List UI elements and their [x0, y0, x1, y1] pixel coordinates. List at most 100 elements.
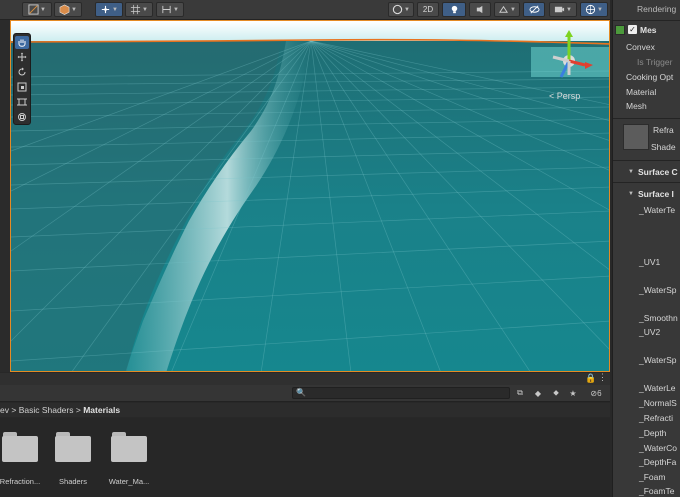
search-by-type-button[interactable]: ⧉: [514, 387, 526, 399]
prop-cooking-options: Cooking Opt: [626, 72, 674, 82]
transform-tool-icon: [18, 112, 26, 121]
folder-icon: [111, 432, 147, 462]
draw-mode-icon: [28, 4, 39, 15]
breadcrumb-current[interactable]: Materials: [83, 405, 120, 415]
chevron-right-icon: >: [11, 405, 19, 415]
material-name: Refra: [653, 125, 674, 135]
shading-sphere-dropdown[interactable]: ▼: [388, 2, 414, 17]
asset-grid: Refraction... Shaders Water_Ma...: [0, 418, 610, 497]
shading-sphere-icon: [392, 4, 403, 15]
prop-mesh: Mesh: [626, 101, 647, 111]
tag-icon: ⬥: [553, 388, 559, 397]
search-by-label-button[interactable]: ◆: [532, 387, 544, 399]
transform-space-icon: [101, 5, 110, 14]
more-options-icon[interactable]: ⋮: [598, 372, 607, 383]
gizmos-icon: [585, 4, 596, 15]
prop-uv1: _UV1: [639, 257, 661, 267]
prop-normal-strength: _NormalS: [639, 398, 677, 408]
toggle-2d-button[interactable]: 2D: [417, 2, 439, 17]
scale-tool-icon: [17, 82, 27, 91]
material-shader-label[interactable]: Shade: [651, 142, 676, 152]
prop-is-trigger: Is Trigger: [637, 57, 673, 67]
scene-toolbar: ▼ ▼ ▼ ▼ ▼ ▼ 2D ▼ ▼ ▼: [0, 0, 610, 20]
transform-space-dropdown[interactable]: ▼: [95, 2, 123, 17]
asset-item-water-material[interactable]: Water_Ma...: [104, 432, 154, 486]
increment-snap-icon: [162, 5, 171, 14]
rect-tool-icon: [17, 98, 27, 105]
lighting-toggle[interactable]: [442, 2, 466, 17]
shaded-cube-icon: [59, 4, 70, 15]
search-icon: 🔍: [296, 388, 306, 397]
folder-icon: [55, 432, 91, 462]
draw-mode-dropdown[interactable]: ▼: [22, 2, 52, 17]
folder-icon: [2, 432, 38, 462]
breadcrumb-parent[interactable]: Basic Shaders: [19, 405, 74, 415]
camera-dropdown[interactable]: ▼: [549, 2, 577, 17]
prop-water-speed: _WaterSp: [639, 285, 677, 295]
hidden-count: 6: [597, 388, 602, 398]
material-preview[interactable]: [623, 124, 649, 150]
inspector-panel: Rendering ✓ Mes Convex Is Trigger Cookin…: [612, 0, 680, 497]
hidden-objects-toggle[interactable]: [523, 2, 545, 17]
prop-convex: Convex: [626, 42, 655, 52]
prop-foam: _Foam: [639, 472, 666, 482]
hand-tool[interactable]: [15, 36, 29, 49]
camera-mode-label[interactable]: < Persp: [549, 91, 580, 101]
breadcrumb-root[interactable]: ev: [0, 405, 9, 415]
prop-water-speed-2: _WaterSp: [639, 355, 677, 365]
component-title: Mes: [640, 25, 657, 35]
orientation-gizmo[interactable]: [531, 27, 609, 91]
gizmos-dropdown[interactable]: ▼: [580, 2, 608, 17]
lighting-icon: [451, 5, 457, 14]
grid-snap-dropdown[interactable]: ▼: [125, 2, 153, 17]
audio-toggle[interactable]: [469, 2, 491, 17]
expand-arrow-icon[interactable]: ▼: [628, 191, 634, 197]
rect-tool[interactable]: [15, 95, 29, 108]
grid-snap-icon: [130, 4, 141, 15]
breadcrumb: ev > Basic Shaders > Materials: [0, 403, 610, 417]
mesh-collider-icon: [615, 25, 625, 35]
camera-icon: [554, 6, 565, 13]
hidden-objects-icon: [528, 5, 540, 14]
asset-label: Refraction...: [0, 477, 41, 486]
save-search-button[interactable]: ⬥: [550, 387, 562, 399]
filter-label-icon: ◆: [534, 388, 542, 398]
water-scene-render: [11, 21, 609, 371]
move-tool[interactable]: [15, 50, 29, 63]
filter-type-icon: ⧉: [517, 388, 523, 397]
prop-water-texture: _WaterTe: [639, 205, 676, 215]
effects-icon: [498, 5, 509, 13]
hand-tool-icon: [18, 39, 26, 47]
prop-depth: _Depth: [639, 428, 667, 438]
effects-dropdown[interactable]: ▼: [494, 2, 520, 17]
section-surface-inputs[interactable]: Surface I: [638, 189, 674, 199]
scene-view[interactable]: < Persp: [10, 20, 610, 372]
asset-label: Shaders: [59, 477, 87, 486]
section-surface-options[interactable]: Surface C: [638, 167, 678, 177]
hidden-packages-toggle[interactable]: ⊘ 6: [586, 387, 606, 399]
tool-palette: [13, 33, 31, 125]
prop-depth-fade: _DepthFa: [639, 457, 677, 467]
rotate-tool-icon: [18, 67, 26, 75]
lock-icon[interactable]: 🔒: [585, 373, 596, 384]
prop-uv2: _UV2: [639, 327, 661, 337]
asset-label: Water_Ma...: [108, 477, 150, 486]
search-input[interactable]: 🔍: [292, 387, 510, 399]
rotate-tool[interactable]: [15, 65, 29, 78]
component-enabled-checkbox[interactable]: ✓: [628, 25, 637, 34]
scale-tool[interactable]: [15, 80, 29, 93]
shading-dropdown[interactable]: ▼: [54, 2, 82, 17]
star-icon: ★: [569, 388, 577, 398]
asset-item-shaders[interactable]: Shaders: [48, 432, 98, 486]
favorite-button[interactable]: ★: [567, 387, 579, 399]
move-tool-icon: [17, 52, 27, 61]
prop-water-level: _WaterLe: [639, 383, 676, 393]
prop-foam-texture: _FoamTe: [639, 486, 675, 496]
asset-item-refraction[interactable]: Refraction...: [0, 432, 45, 486]
project-tab-bar: 🔒 ⋮: [0, 372, 610, 385]
expand-arrow-icon[interactable]: ▼: [628, 169, 634, 175]
eye-slash-icon: ⊘: [590, 388, 598, 398]
increment-snap-dropdown[interactable]: ▼: [156, 2, 184, 17]
transform-tool[interactable]: [15, 110, 29, 123]
audio-icon: [476, 5, 482, 14]
